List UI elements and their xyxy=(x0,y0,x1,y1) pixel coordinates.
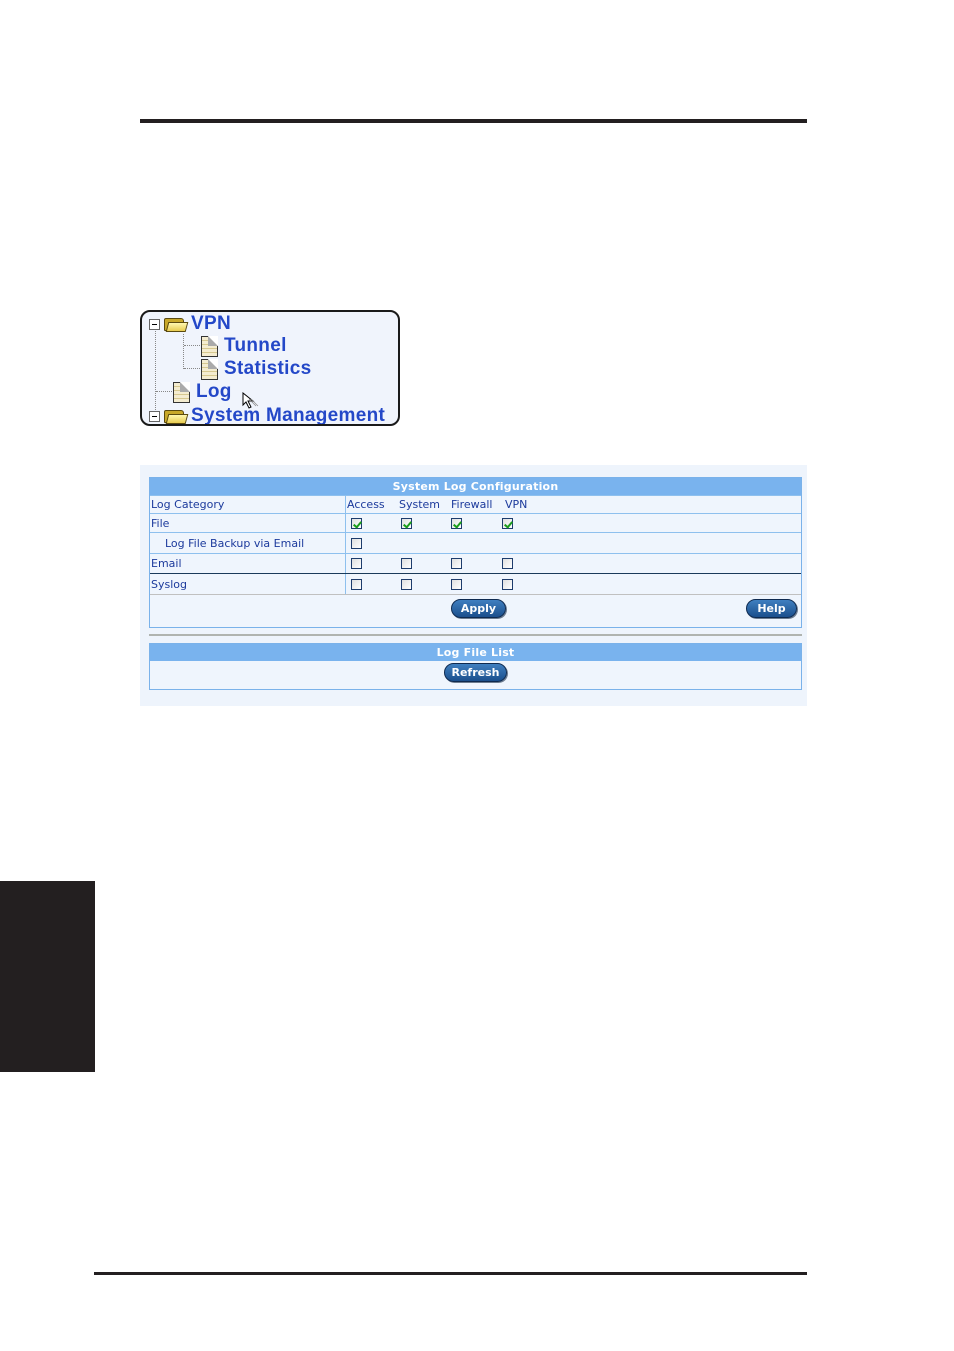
help-button[interactable]: Help xyxy=(746,599,797,618)
navigation-tree: VPN Tunnel Statistics Log System Managem… xyxy=(140,310,400,426)
collapse-icon[interactable] xyxy=(149,318,160,330)
tree-item-system-management[interactable]: System Management xyxy=(149,405,386,426)
table-row: Log File Backup via Email xyxy=(150,532,801,553)
header-rule xyxy=(140,119,807,123)
column-header-access: Access xyxy=(347,498,385,511)
footer-rule xyxy=(94,1272,807,1275)
email-access-checkbox[interactable] xyxy=(351,558,362,569)
file-firewall-checkbox[interactable] xyxy=(451,517,462,529)
row-label-email: Email xyxy=(150,554,346,573)
tree-connector xyxy=(156,391,172,392)
apply-button[interactable]: Apply xyxy=(451,599,506,618)
log-backup-email-checkbox[interactable] xyxy=(351,537,362,549)
email-firewall-checkbox[interactable] xyxy=(451,558,462,569)
section-divider xyxy=(149,634,802,636)
syslog-access-checkbox[interactable] xyxy=(351,578,362,590)
table-row: Syslog xyxy=(150,573,801,594)
column-header-row: Log Category Access System Firewall VPN xyxy=(150,495,801,513)
file-vpn-checkbox[interactable] xyxy=(502,517,513,529)
syslog-firewall-checkbox[interactable] xyxy=(451,578,462,590)
system-log-config-table: System Log Configuration Log Category Ac… xyxy=(149,477,802,628)
tree-item-label: System Management xyxy=(191,405,386,426)
row-label-log-file-backup: Log File Backup via Email xyxy=(150,533,346,553)
table-row: File xyxy=(150,513,801,532)
tree-connector xyxy=(184,345,200,346)
email-vpn-checkbox[interactable] xyxy=(502,558,513,569)
section-title: Log File List xyxy=(150,644,801,661)
tree-item-label: Statistics xyxy=(224,358,312,379)
section-title: System Log Configuration xyxy=(150,478,801,495)
folder-open-icon xyxy=(163,408,189,425)
folder-open-icon xyxy=(163,316,189,333)
tree-connector xyxy=(184,368,200,369)
tree-item-vpn[interactable]: VPN xyxy=(149,313,231,335)
syslog-system-checkbox[interactable] xyxy=(401,578,412,590)
system-log-panel: System Log Configuration Log Category Ac… xyxy=(140,465,807,706)
collapse-icon[interactable] xyxy=(149,410,160,422)
tree-item-statistics[interactable]: Statistics xyxy=(201,358,311,380)
email-system-checkbox[interactable] xyxy=(401,558,412,569)
file-access-checkbox[interactable] xyxy=(351,517,362,529)
row-label-file: File xyxy=(150,514,346,532)
action-row: Apply Help xyxy=(150,594,801,627)
file-system-checkbox[interactable] xyxy=(401,517,412,529)
column-header-vpn: VPN xyxy=(505,498,528,511)
tree-connector xyxy=(183,334,184,369)
tree-item-tunnel[interactable]: Tunnel xyxy=(201,335,287,357)
column-header-firewall: Firewall xyxy=(451,498,493,511)
tree-item-label: VPN xyxy=(191,313,231,334)
chapter-side-tab xyxy=(0,881,95,1072)
tree-item-log[interactable]: Log xyxy=(173,381,232,403)
refresh-button[interactable]: Refresh xyxy=(444,663,507,682)
document-icon xyxy=(201,358,218,380)
syslog-vpn-checkbox[interactable] xyxy=(502,578,513,590)
document-icon xyxy=(201,335,218,357)
tree-item-label: Tunnel xyxy=(224,335,287,356)
log-file-list-table: Log File List Refresh xyxy=(149,643,802,690)
row-label-syslog: Syslog xyxy=(150,574,346,594)
column-header-system: System xyxy=(399,498,441,511)
tree-item-label: Log xyxy=(196,381,232,402)
log-category-header: Log Category xyxy=(150,496,346,513)
table-row: Email xyxy=(150,553,801,573)
document-icon xyxy=(173,381,190,403)
